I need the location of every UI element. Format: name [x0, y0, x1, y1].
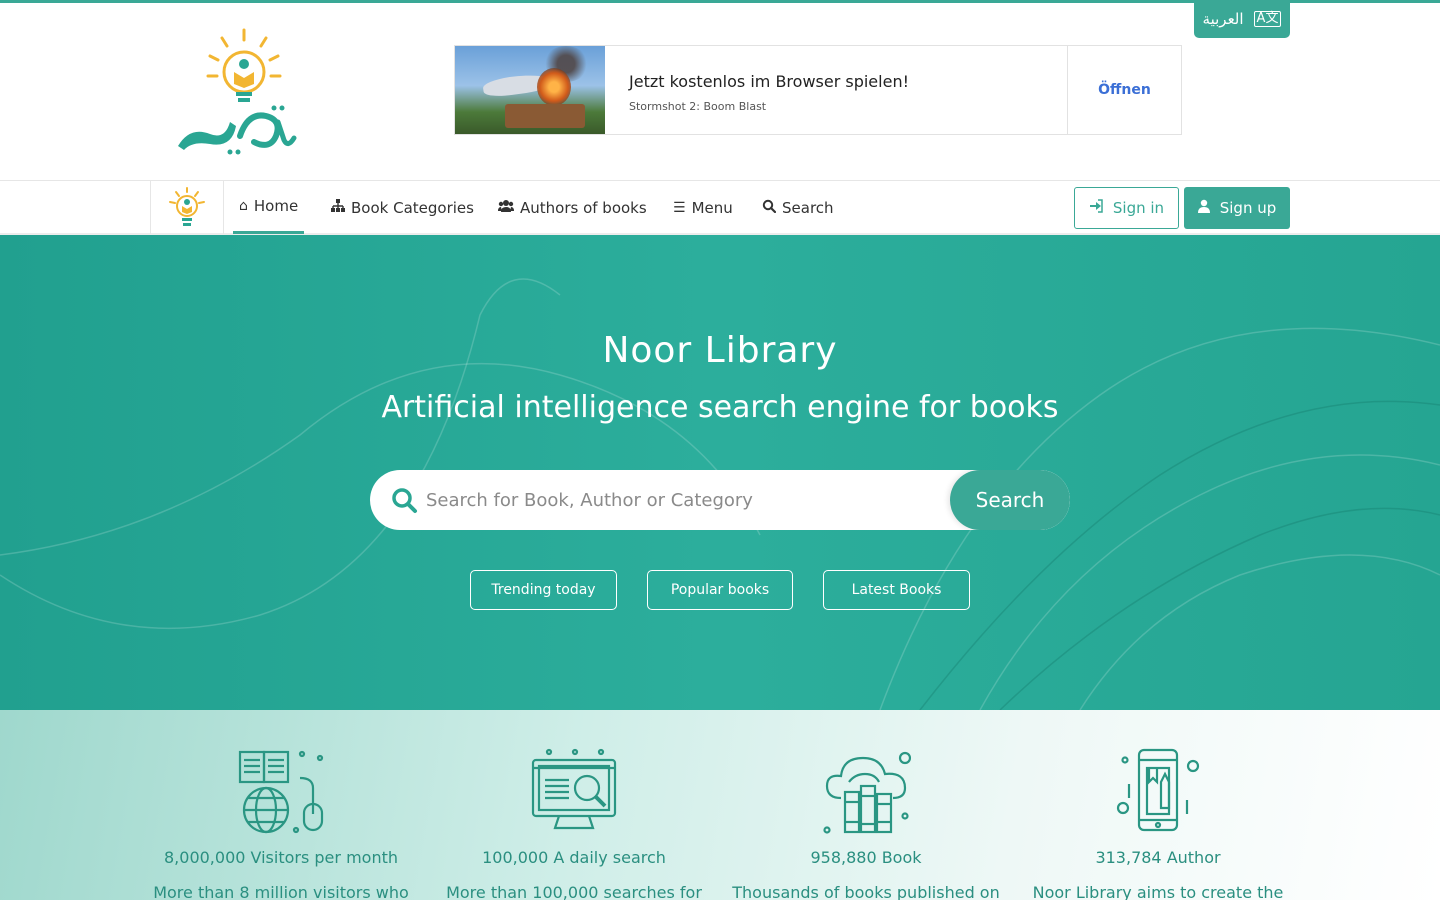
nav-menu[interactable]: ☰ Menu: [673, 181, 733, 234]
nav-home[interactable]: ⌂ Home: [233, 181, 305, 234]
hero-subtitle: Artificial intelligence search engine fo…: [381, 390, 1059, 425]
site-logo[interactable]: [170, 26, 300, 156]
ad-banner[interactable]: Jetzt kostenlos im Browser spielen! Stor…: [454, 45, 1182, 135]
monitor-search-icon: [529, 748, 619, 834]
nav-search-label: Search: [782, 198, 834, 217]
cloud-books-icon: [821, 748, 912, 834]
nav-authors[interactable]: Authors of books: [498, 181, 647, 234]
user-icon: [1197, 199, 1210, 217]
latest-books-button[interactable]: Latest Books: [823, 570, 970, 610]
nav-logo[interactable]: [150, 181, 224, 234]
language-label: العربية: [1202, 10, 1244, 28]
stat-books-desc: Thousands of books published on: [732, 883, 1000, 900]
nav-home-label: Home: [253, 197, 299, 215]
ad-subtitle: Stormshot 2: Boom Blast: [629, 100, 767, 113]
sitemap-icon: [331, 198, 345, 217]
stat-searches-desc: More than 100,000 searches for: [446, 883, 702, 900]
sign-in-button[interactable]: Sign in: [1074, 187, 1179, 229]
users-icon: [498, 199, 514, 217]
stats-section: 8,000,000 Visitors per month More than 8…: [0, 710, 1440, 900]
nav-book-categories[interactable]: Book Categories: [331, 181, 474, 234]
sign-up-label: Sign up: [1219, 199, 1277, 217]
nav-menu-label: Menu: [691, 198, 733, 217]
stat-visitors-count: 8,000,000 Visitors per month: [164, 848, 398, 867]
search-icon: [392, 488, 417, 513]
search-icon: [762, 199, 777, 217]
small-lightbulb-icon: [169, 186, 205, 226]
hero-section: Noor Library Artificial intelligence sea…: [0, 235, 1440, 710]
globe-book-icon: [236, 748, 326, 834]
search-bar: Search: [370, 470, 1070, 530]
sign-in-icon: [1089, 199, 1103, 217]
bars-icon: ☰: [673, 199, 686, 216]
ad-title: Jetzt kostenlos im Browser spielen!: [629, 72, 909, 91]
stat-visitors: 8,000,000 Visitors per month More than 8…: [135, 710, 427, 900]
nav-book-categories-label: Book Categories: [351, 198, 474, 217]
search-submit-button[interactable]: Search: [950, 470, 1070, 530]
stat-authors: 313,784 Author Noor Library aims to crea…: [1012, 710, 1304, 900]
stat-books-count: 958,880 Book: [810, 848, 922, 867]
stat-books: 958,880 Book Thousands of books publishe…: [720, 710, 1012, 900]
nav-search[interactable]: Search: [762, 181, 834, 234]
home-icon: ⌂: [239, 198, 248, 214]
stat-authors-desc: Noor Library aims to create the: [1032, 883, 1284, 900]
lightbulb-logo-icon: [178, 28, 297, 155]
translate-icon: A文: [1253, 11, 1282, 27]
sign-in-label: Sign in: [1112, 199, 1165, 217]
nav-authors-label: Authors of books: [520, 198, 647, 217]
trending-today-button[interactable]: Trending today: [470, 570, 617, 610]
main-navbar: ⌂ Home Book Categories Authors of books …: [0, 180, 1440, 235]
search-input[interactable]: [426, 470, 946, 530]
ad-text-block[interactable]: Jetzt kostenlos im Browser spielen! Stor…: [605, 46, 1067, 134]
mobile-book-icon: [1113, 748, 1203, 834]
stat-visitors-desc: More than 8 million visitors who: [153, 883, 409, 900]
stat-authors-count: 313,784 Author: [1095, 848, 1221, 867]
language-toggle-button[interactable]: العربية A文: [1194, 0, 1290, 38]
hero-title: Noor Library: [602, 330, 838, 371]
stat-searches: 100,000 A daily search More than 100,000…: [428, 710, 720, 900]
ad-game-image[interactable]: [455, 46, 605, 134]
ad-open-button[interactable]: Öffnen: [1067, 46, 1181, 134]
popular-books-button[interactable]: Popular books: [647, 570, 793, 610]
sign-up-button[interactable]: Sign up: [1184, 187, 1290, 229]
stat-searches-count: 100,000 A daily search: [482, 848, 666, 867]
